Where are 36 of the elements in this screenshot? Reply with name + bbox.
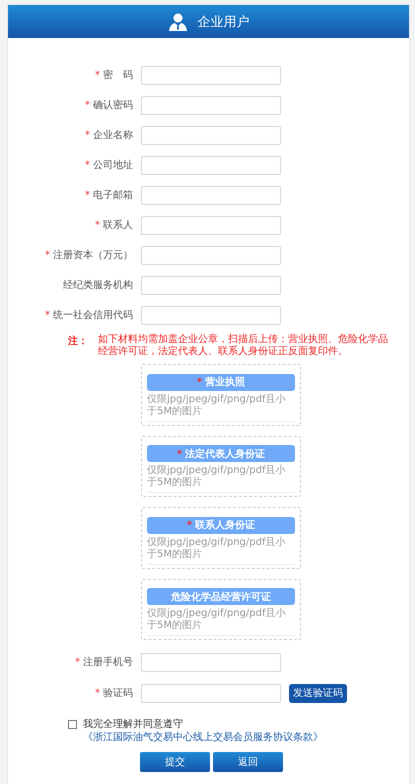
- input-field[interactable]: [141, 276, 281, 294]
- input-field[interactable]: [141, 652, 281, 672]
- agreement-link[interactable]: 《浙江国际油气交易中心线上交易会员服务协议条款》: [83, 732, 323, 743]
- page-title: 企业用户: [198, 14, 250, 30]
- field-label: * 联系人: [94, 218, 133, 232]
- field-label: 经纪类服务机构: [62, 278, 133, 292]
- input-field[interactable]: [141, 126, 281, 144]
- field-label: * 注册资本（万元）: [44, 248, 133, 262]
- agreement-text: 我完全理解并同意遵守 《浙江国际油气交易中心线上交易会员服务协议条款》: [83, 718, 324, 744]
- field-label: * 确认密码: [84, 98, 133, 112]
- field-label: * 企业名称: [84, 128, 133, 142]
- input-field[interactable]: [141, 186, 281, 204]
- field-label: * 统一社会信用代码: [44, 308, 133, 322]
- note-label: 注：: [68, 334, 88, 349]
- upload-hint: 仅限jpg/jpeg/gif/png/pdf且小于5M的图片: [147, 605, 295, 636]
- field-label: * 公司地址: [84, 158, 133, 172]
- input-field[interactable]: [141, 216, 281, 234]
- input-field[interactable]: [141, 306, 281, 324]
- input-field[interactable]: [141, 96, 281, 114]
- field-label: * 电子邮箱: [84, 188, 133, 202]
- field-label: * 验证码: [94, 687, 133, 700]
- user-icon: [168, 12, 188, 30]
- input-field[interactable]: [141, 246, 281, 264]
- input-field[interactable]: [141, 684, 281, 702]
- field-label: * 密 码: [94, 68, 133, 82]
- back-button[interactable]: 返回: [213, 752, 283, 772]
- upload-hint: 仅限jpg/jpeg/gif/png/pdf且小于5M的图片: [147, 390, 295, 422]
- send-code-button[interactable]: 发送验证码: [289, 684, 347, 702]
- upload-hint: 仅限jpg/jpeg/gif/png/pdf且小于5M的图片: [147, 534, 295, 564]
- note-text: 如下材料均需加盖企业公章，扫描后上传：营业执照、危险化学品经营许可证，法定代表人、联系人身份证正反面复印件。: [98, 334, 389, 358]
- checkbox[interactable]: [68, 720, 77, 729]
- input-field[interactable]: [141, 66, 281, 84]
- upload-hint: 仅限jpg/jpeg/gif/png/pdf且小于5M的图片: [147, 462, 295, 493]
- input-field[interactable]: [141, 156, 281, 174]
- field-label: * 注册手机号: [74, 656, 133, 669]
- submit-button[interactable]: 提交: [140, 752, 210, 772]
